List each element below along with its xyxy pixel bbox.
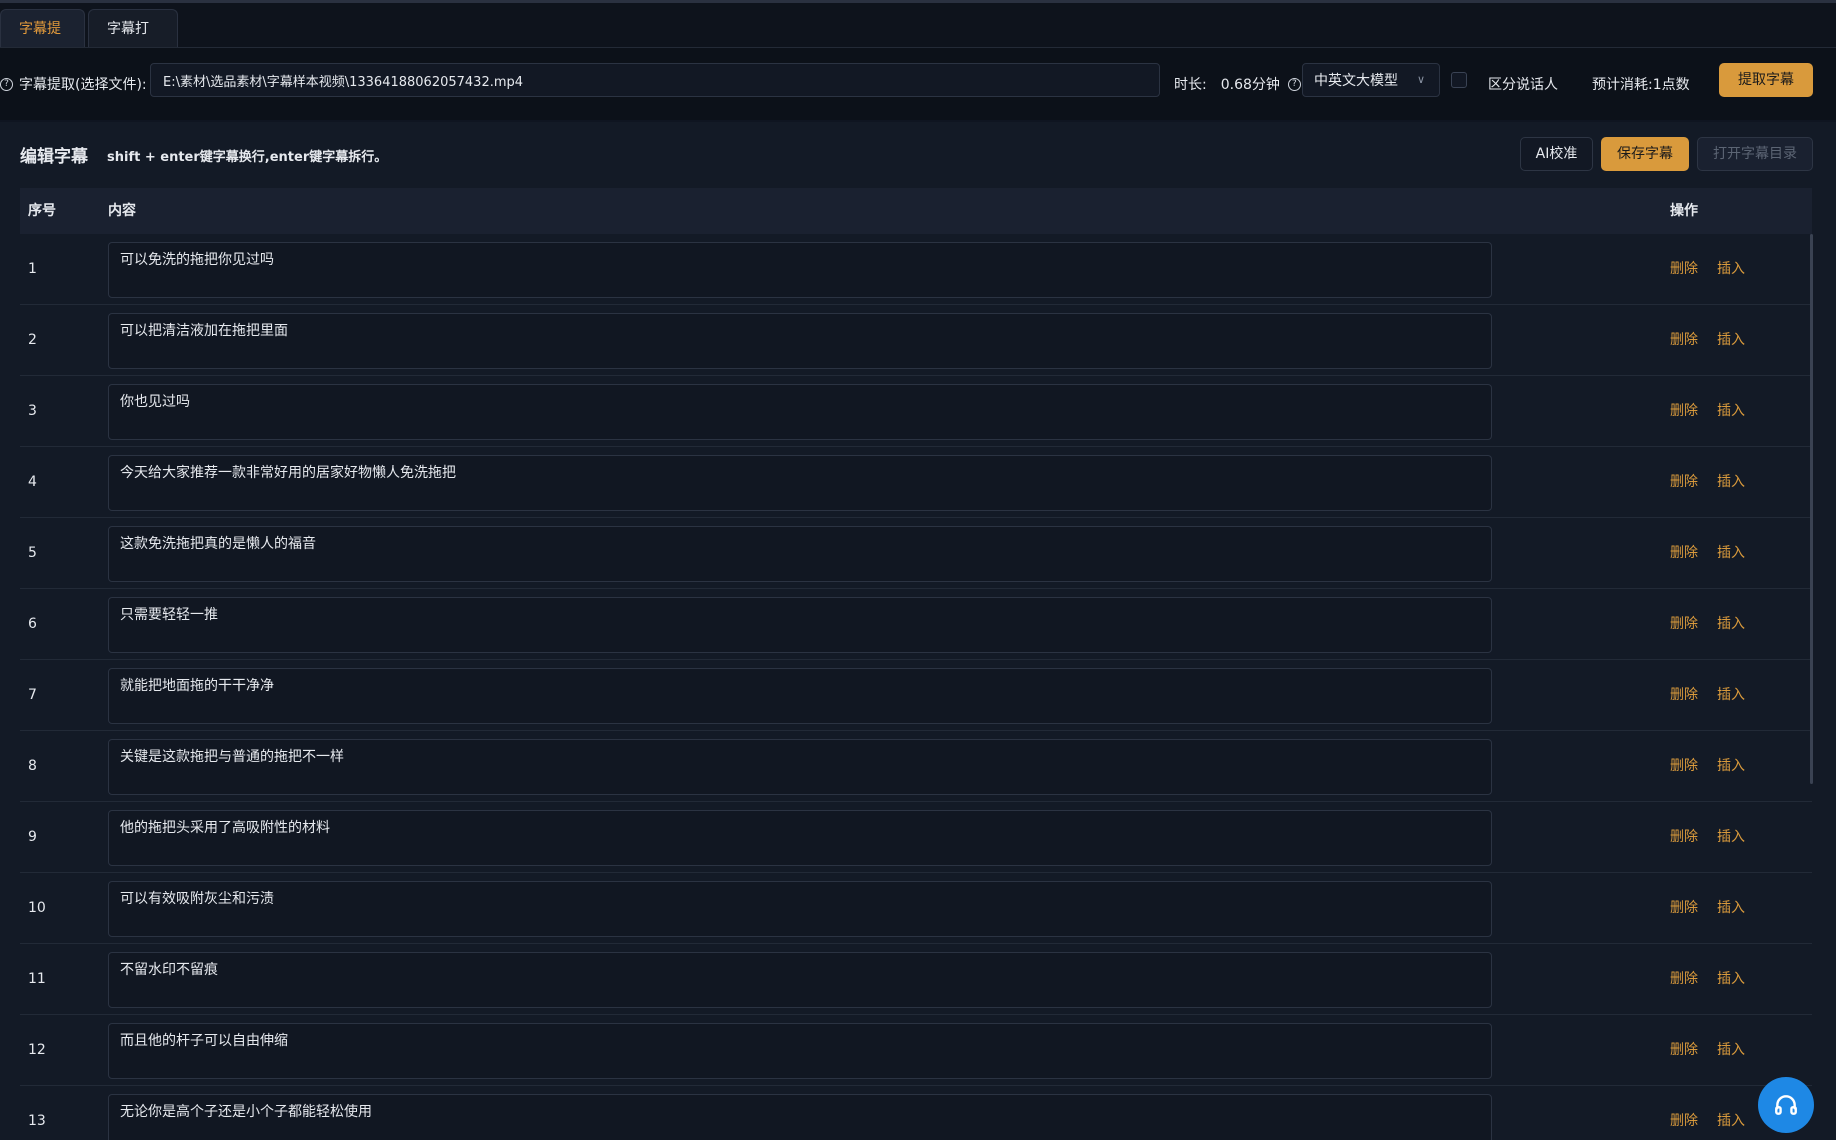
subtitle-text-field[interactable]: 可以把清洁液加在拖把里面	[108, 313, 1492, 369]
subtitle-text-field[interactable]: 可以有效吸附灰尘和污渍	[108, 881, 1492, 937]
tab-subtitle-extract[interactable]: 字幕提取	[0, 9, 85, 75]
table-header: 序号 内容 操作	[20, 188, 1812, 234]
extract-subtitle-button[interactable]: 提取字幕	[1719, 63, 1813, 97]
table-scrollbar[interactable]	[1810, 234, 1813, 784]
speaker-checkbox[interactable]	[1451, 72, 1467, 88]
delete-link[interactable]: 删除	[1670, 1015, 1698, 1085]
question-circle-icon[interactable]: ?	[1287, 77, 1301, 91]
file-label-group: ? 字幕提取(选择文件):	[0, 48, 147, 120]
insert-link[interactable]: 插入	[1717, 802, 1745, 872]
row-index: 3	[28, 403, 37, 419]
subtitle-table-body: 1 可以免洗的拖把你见过吗 删除 插入 2 可以把清洁液加在拖把里面 删除 插入 3 你也见过吗删…	[20, 234, 1812, 1140]
speaker-label: 区分说话人	[1488, 77, 1558, 93]
insert-link[interactable]: 插入	[1717, 873, 1745, 943]
subtitle-text-field[interactable]: 而且他的杆子可以自由伸缩	[108, 1023, 1492, 1079]
open-subtitle-dir-button[interactable]: 打开字幕目录	[1697, 137, 1813, 171]
insert-link[interactable]: 插入	[1717, 1086, 1745, 1140]
table-row: 1 可以免洗的拖把你见过吗 删除 插入	[20, 234, 1812, 305]
headphones-icon	[1775, 1095, 1797, 1115]
insert-link[interactable]: 插入	[1717, 518, 1745, 588]
insert-link[interactable]: 插入	[1717, 376, 1745, 446]
save-subtitle-button[interactable]: 保存字幕	[1601, 137, 1689, 171]
editor-title: 编辑字幕	[20, 147, 88, 167]
duration-group: 时长: 0.68分钟 ?	[1174, 48, 1301, 120]
delete-link[interactable]: 删除	[1670, 376, 1698, 446]
row-index: 1	[28, 261, 37, 277]
header-index: 序号	[28, 203, 56, 219]
delete-link[interactable]: 删除	[1670, 1086, 1698, 1140]
file-path-input[interactable]	[150, 63, 1160, 97]
row-index: 8	[28, 758, 37, 774]
subtitle-text-field[interactable]: 他的拖把头采用了高吸附性的材料	[108, 810, 1492, 866]
delete-link[interactable]: 删除	[1670, 873, 1698, 943]
table-row: 4 今天给大家推荐一款非常好用的居家好物懒人免洗拖把 删除 插入	[20, 447, 1812, 518]
table-row: 2 可以把清洁液加在拖把里面 删除 插入	[20, 305, 1812, 376]
delete-link[interactable]: 删除	[1670, 518, 1698, 588]
header-content: 内容	[108, 203, 136, 219]
table-row: 6 只需要轻轻一推 删除 插入	[20, 589, 1812, 660]
table-row: 5 这款免洗拖把真的是懒人的福音 删除 插入	[20, 518, 1812, 589]
duration-value: 0.68分钟	[1220, 77, 1280, 93]
table-row: 7 就能把地面拖的干干净净 删除 插入	[20, 660, 1812, 731]
tab-subtitle-timing[interactable]: 字幕打轴	[88, 9, 178, 75]
row-index: 13	[28, 1113, 46, 1129]
table-row: 12 而且他的杆子可以自由伸缩 删除 插入	[20, 1015, 1812, 1086]
subtitle-text-field[interactable]: 可以免洗的拖把你见过吗	[108, 242, 1492, 298]
row-index: 12	[28, 1042, 46, 1058]
file-label: 字幕提取(选择文件):	[19, 77, 147, 93]
tab-bar: 字幕提取 字幕打轴	[0, 3, 1836, 75]
insert-link[interactable]: 插入	[1717, 731, 1745, 801]
row-index: 9	[28, 829, 37, 845]
table-row: 11 不留水印不留痕 删除 插入	[20, 944, 1812, 1015]
row-index: 6	[28, 616, 37, 632]
model-select-value: 中英文大模型	[1314, 73, 1398, 89]
subtitle-text-field[interactable]: 就能把地面拖的干干净净	[108, 668, 1492, 724]
delete-link[interactable]: 删除	[1670, 589, 1698, 659]
insert-link[interactable]: 插入	[1717, 234, 1745, 304]
delete-link[interactable]: 删除	[1670, 731, 1698, 801]
question-circle-icon[interactable]: ?	[0, 77, 13, 91]
row-index: 5	[28, 545, 37, 561]
delete-link[interactable]: 删除	[1670, 944, 1698, 1014]
subtitle-text-field[interactable]: 不留水印不留痕	[108, 952, 1492, 1008]
delete-link[interactable]: 删除	[1670, 305, 1698, 375]
model-select[interactable]: 中英文大模型 ∨	[1302, 63, 1440, 97]
subtitle-text-field[interactable]: 无论你是高个子还是小个子都能轻松使用	[108, 1094, 1492, 1140]
cost-label: 预计消耗:1点数	[1592, 77, 1690, 93]
table-row: 8 关键是这款拖把与普通的拖把不一样 删除 插入	[20, 731, 1812, 802]
insert-link[interactable]: 插入	[1717, 589, 1745, 659]
subtitle-text-field[interactable]: 今天给大家推荐一款非常好用的居家好物懒人免洗拖把	[108, 455, 1492, 511]
delete-link[interactable]: 删除	[1670, 660, 1698, 730]
row-index: 4	[28, 474, 37, 490]
delete-link[interactable]: 删除	[1670, 234, 1698, 304]
subtitle-text-field[interactable]: 这款免洗拖把真的是懒人的福音	[108, 526, 1492, 582]
insert-link[interactable]: 插入	[1717, 305, 1745, 375]
row-index: 10	[28, 900, 46, 916]
subtitle-text-field[interactable]: 只需要轻轻一推	[108, 597, 1492, 653]
row-index: 2	[28, 332, 37, 348]
table-row: 3 你也见过吗 删除 插入	[20, 376, 1812, 447]
header-actions: 操作	[1670, 203, 1698, 219]
insert-link[interactable]: 插入	[1717, 447, 1745, 517]
support-button[interactable]	[1758, 1077, 1814, 1133]
ai-calibrate-button[interactable]: AI校准	[1520, 137, 1593, 171]
chevron-down-icon: ∨	[1416, 73, 1425, 86]
insert-link[interactable]: 插入	[1717, 1015, 1745, 1085]
row-index: 7	[28, 687, 37, 703]
delete-link[interactable]: 删除	[1670, 447, 1698, 517]
duration-label: 时长:	[1174, 77, 1207, 93]
insert-link[interactable]: 插入	[1717, 944, 1745, 1014]
table-row: 10 可以有效吸附灰尘和污渍 删除 插入	[20, 873, 1812, 944]
editor-hint: shift + enter键字幕换行,enter键字幕拆行。	[107, 150, 388, 165]
delete-link[interactable]: 删除	[1670, 802, 1698, 872]
insert-link[interactable]: 插入	[1717, 660, 1745, 730]
subtitle-text-field[interactable]: 关键是这款拖把与普通的拖把不一样	[108, 739, 1492, 795]
table-row: 13 无论你是高个子还是小个子都能轻松使用 删除 插入	[20, 1086, 1812, 1140]
row-index: 11	[28, 971, 46, 987]
table-row: 9 他的拖把头采用了高吸附性的材料 删除 插入	[20, 802, 1812, 873]
subtitle-text-field[interactable]: 你也见过吗	[108, 384, 1492, 440]
